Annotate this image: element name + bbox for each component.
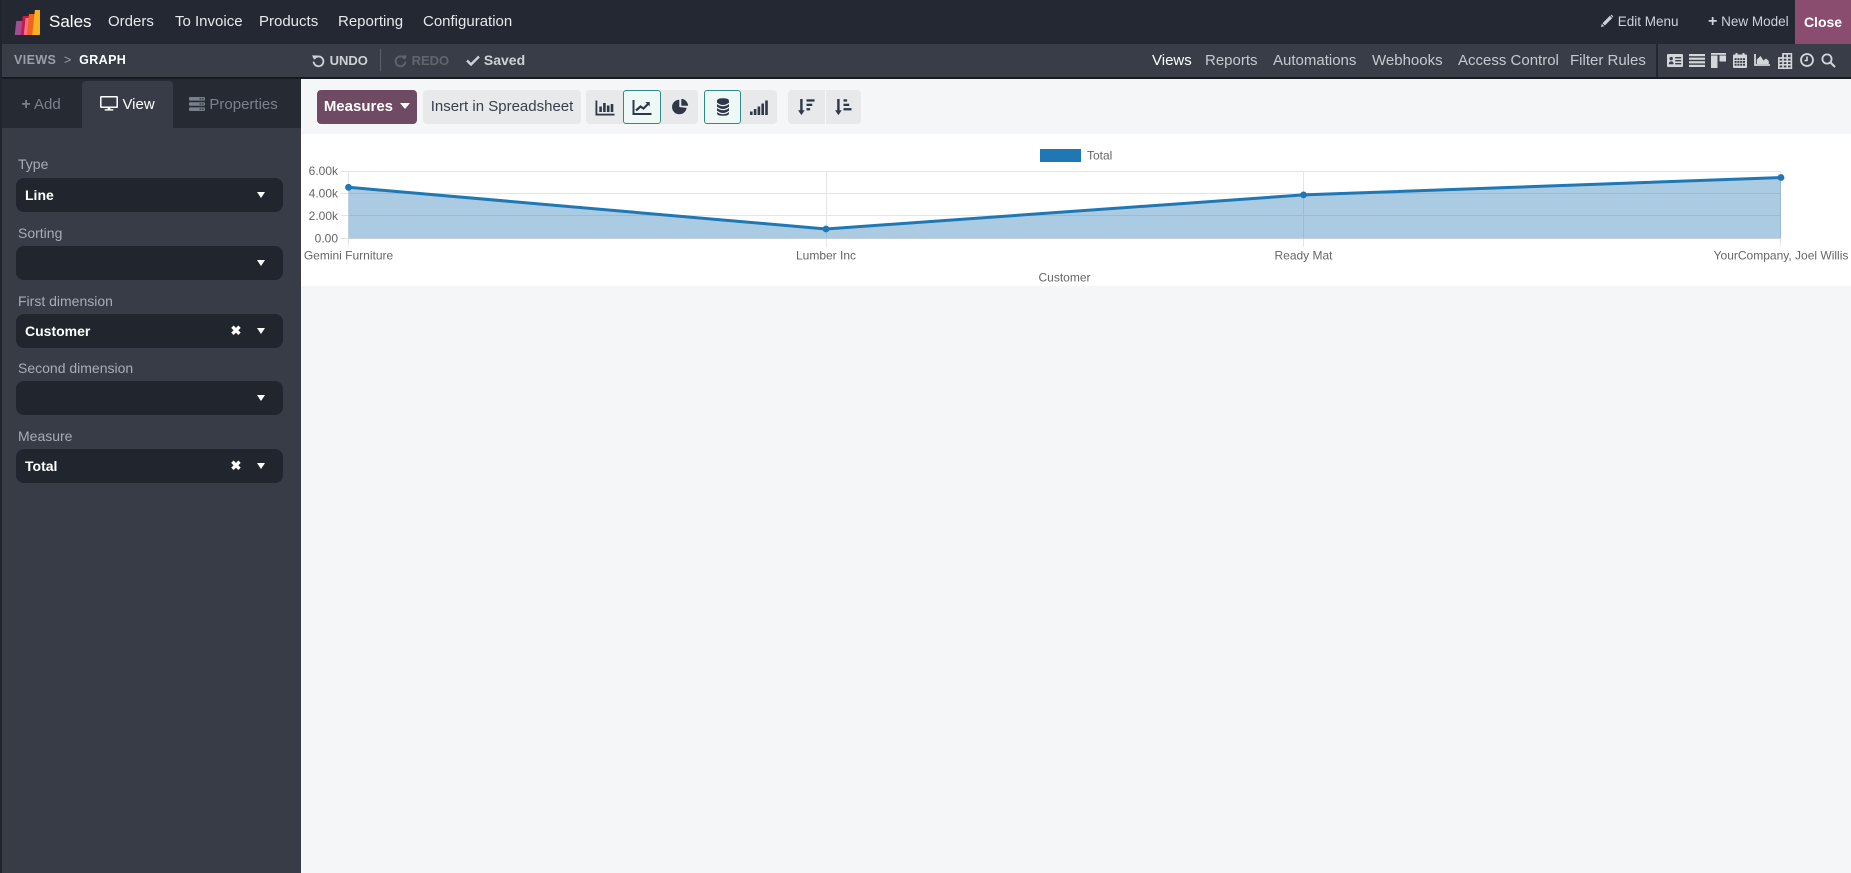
svg-text:4.00k: 4.00k [309,187,339,201]
svg-text:YourCompany, Joel Willis: YourCompany, Joel Willis [1714,249,1849,263]
svg-text:0.00: 0.00 [315,232,339,246]
svg-text:2.00k: 2.00k [309,209,339,223]
svg-text:Gemini Furniture: Gemini Furniture [304,249,394,263]
svg-text:Customer: Customer [1038,271,1090,285]
svg-text:6.00k: 6.00k [309,164,339,178]
svg-text:Ready Mat: Ready Mat [1274,249,1333,263]
svg-text:Lumber Inc: Lumber Inc [796,249,856,263]
svg-text:Total: Total [1087,149,1112,163]
